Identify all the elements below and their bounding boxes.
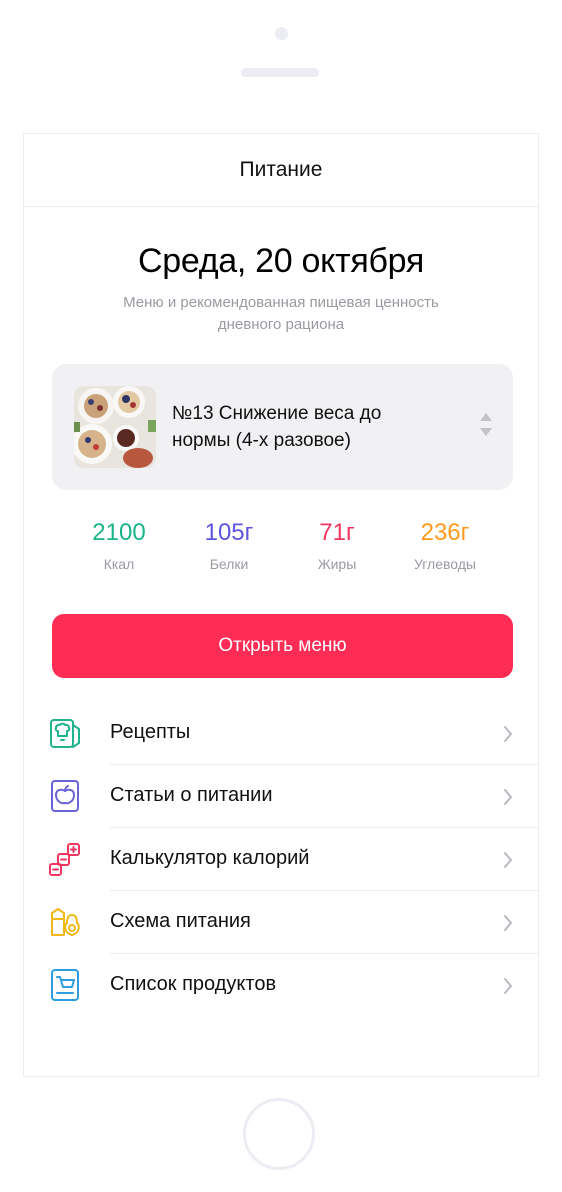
chevron-right-icon [502,851,514,869]
stat-value: 2100 [92,519,146,546]
day-title: Среда, 20 октября [138,242,424,280]
stat-value: 71г [319,519,355,546]
diet-name: №13 Снижение веса до нормы (4-х разовое) [172,403,382,451]
chevron-right-icon [502,725,514,743]
stat-carbs: 236г Углеводы [390,518,500,572]
page-title: Питание [239,158,323,181]
shopping-list-icon [48,968,82,1002]
recipe-book-icon [48,716,82,750]
top-bar: Питание [24,134,538,207]
stat-label: Углеводы [413,556,476,572]
menu-item-recipes[interactable]: Рецепты [24,702,538,765]
menu-item-calculator[interactable]: Калькулятор калорий [24,828,538,891]
front-camera [275,27,288,40]
menu-list: Рецепты Статьи о питании Калькулятор кал… [24,702,538,1017]
menu-item-scheme[interactable]: Схема питания [24,891,538,954]
menu-item-label: Рецепты [110,721,191,743]
menu-item-label: Статьи о питании [110,784,273,806]
menu-item-label: Список продуктов [110,973,277,995]
chevron-right-icon [502,977,514,995]
menu-item-label: Калькулятор калорий [110,847,310,869]
home-button[interactable] [243,1098,315,1170]
stat-value: 105г [204,519,254,546]
diet-selector-card[interactable]: №13 Снижение веса до нормы (4-х разовое) [52,364,513,490]
earpiece-speaker [241,68,319,77]
day-subtitle: Меню и рекомендованная пищевая ценность … [123,294,439,333]
calorie-calculator-icon [48,842,82,876]
app-screen: Питание Среда, 20 октября Меню и рекомен… [23,133,539,1077]
apple-article-icon [48,779,82,813]
up-down-arrows-icon [479,412,493,443]
nutrition-stats: 2100 Ккал 105г Белки 71г Жиры 236г Углев… [52,518,513,578]
stat-label: Ккал [103,556,135,572]
chevron-right-icon [502,914,514,932]
menu-item-articles[interactable]: Статьи о питании [24,765,538,828]
open-menu-button[interactable]: Открыть меню [52,614,513,678]
stat-fats: 71г Жиры [282,518,392,572]
stat-calories: 2100 Ккал [64,518,174,572]
stat-label: Жиры [317,556,357,572]
menu-item-products[interactable]: Список продуктов [24,954,538,1017]
stat-label: Белки [209,556,249,572]
chevron-right-icon [502,788,514,806]
food-photo [74,386,156,468]
stat-value: 236г [420,519,470,546]
food-scheme-icon [48,905,82,939]
menu-item-label: Схема питания [110,910,251,932]
stat-proteins: 105г Белки [174,518,284,572]
